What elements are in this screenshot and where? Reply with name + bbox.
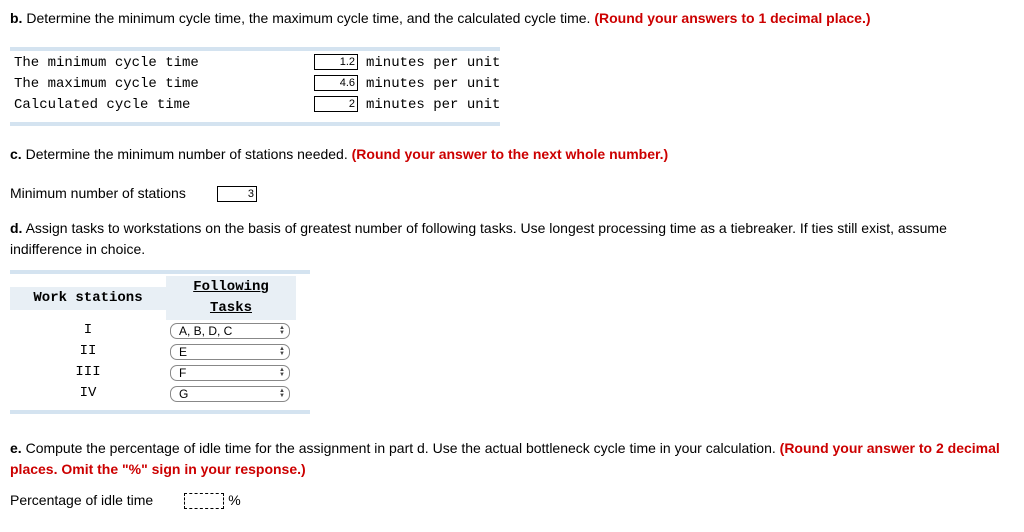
following-tasks-select-3[interactable]: F ▲▼ [170,365,290,381]
stepper-icon: ▲▼ [279,368,285,378]
q-c-label: c. [10,146,22,162]
workstation-table: Work stations Following Tasks I A, B, D,… [10,276,296,404]
stepper-icon: ▲▼ [279,389,285,399]
max-cycle-input[interactable]: 4.6 [314,75,358,91]
ruler-top-b [10,47,500,51]
cycle-time-table: The minimum cycle time 1.2 minutes per u… [10,53,504,116]
ws-label: I [10,320,166,341]
min-stations-input[interactable]: 3 [217,186,257,202]
table-row: The maximum cycle time 4.6 minutes per u… [10,74,504,95]
table-row: III F ▲▼ [10,362,296,383]
q-e-text: Compute the percentage of idle time for … [22,440,780,456]
min-cycle-input[interactable]: 1.2 [314,54,358,70]
idle-pct-label: Percentage of idle time [10,492,153,508]
ws-label: IV [10,383,166,404]
table-row: I A, B, D, C ▲▼ [10,320,296,341]
dd-value: A, B, D, C [179,322,232,340]
q-d-text: Assign tasks to workstations on the basi… [10,220,947,257]
q-b-hint: (Round your answers to 1 decimal place.) [594,10,870,26]
dd-value: E [179,343,187,361]
row-label: The minimum cycle time [10,53,310,74]
min-stations-line: Minimum number of stations 3 [10,183,1014,204]
row-unit: minutes per unit [362,74,504,95]
q-d-label: d. [10,220,22,236]
row-unit: minutes per unit [362,95,504,116]
q-e-label: e. [10,440,22,456]
row-unit: minutes per unit [362,53,504,74]
q-c-hint: (Round your answer to the next whole num… [352,146,669,162]
q-b-text: Determine the minimum cycle time, the ma… [22,10,594,26]
ft-header: Following Tasks [166,276,296,320]
min-stations-label: Minimum number of stations [10,185,186,201]
row-label: Calculated cycle time [10,95,310,116]
table-row: II E ▲▼ [10,341,296,362]
dd-value: G [179,385,188,403]
ws-label: II [10,341,166,362]
table-row: The minimum cycle time 1.2 minutes per u… [10,53,504,74]
idle-pct-input[interactable] [184,493,224,509]
ruler-bottom-d [10,410,310,414]
question-c: c. Determine the minimum number of stati… [10,144,1014,165]
following-tasks-select-4[interactable]: G ▲▼ [170,386,290,402]
calc-cycle-input[interactable]: 2 [314,96,358,112]
question-e: e. Compute the percentage of idle time f… [10,438,1014,480]
dd-value: F [179,364,186,382]
q-c-text: Determine the minimum number of stations… [22,146,352,162]
ws-header: Work stations [10,287,166,310]
table-row: Calculated cycle time 2 minutes per unit [10,95,504,116]
following-tasks-select-1[interactable]: A, B, D, C ▲▼ [170,323,290,339]
pct-unit: % [228,492,240,508]
question-d: d. Assign tasks to workstations on the b… [10,218,1014,260]
ruler-bottom-b [10,122,500,126]
ws-label: III [10,362,166,383]
following-tasks-select-2[interactable]: E ▲▼ [170,344,290,360]
stepper-icon: ▲▼ [279,326,285,336]
question-b: b. Determine the minimum cycle time, the… [10,8,1014,29]
row-label: The maximum cycle time [10,74,310,95]
stepper-icon: ▲▼ [279,347,285,357]
q-b-label: b. [10,10,22,26]
table-row: IV G ▲▼ [10,383,296,404]
ruler-top-d [10,270,310,274]
idle-pct-line: Percentage of idle time % [10,490,1014,511]
